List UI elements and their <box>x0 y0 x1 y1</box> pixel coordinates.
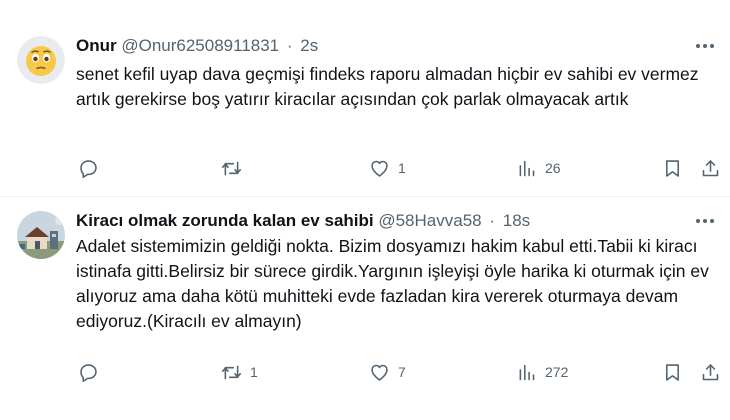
author-name[interactable]: Onur <box>76 36 117 55</box>
timestamp[interactable]: 18s <box>503 211 530 230</box>
retweet-count: 1 <box>250 364 258 380</box>
bookmark-button[interactable] <box>662 360 683 384</box>
view-count: 26 <box>545 160 561 176</box>
more-dots-icon <box>696 219 714 223</box>
retweet-icon <box>221 365 242 379</box>
reply-button[interactable] <box>78 156 107 180</box>
bookmark-icon <box>666 159 679 177</box>
separator-dot: · <box>286 36 293 55</box>
tweet-actions: 1 7 272 <box>76 360 720 384</box>
more-options-button[interactable] <box>692 35 718 57</box>
avatar[interactable] <box>17 211 65 259</box>
like-count: 7 <box>398 364 406 380</box>
views-chart-icon <box>519 364 535 380</box>
share-icon <box>702 159 719 176</box>
bookmark-icon <box>666 363 679 381</box>
divider <box>0 196 730 197</box>
author-name[interactable]: Kiracı olmak zorunda kalan ev sahibi <box>76 211 374 230</box>
like-button[interactable]: 1 <box>369 156 406 180</box>
more-options-button[interactable] <box>692 210 718 232</box>
author-handle[interactable]: @Onur62508911831 <box>121 36 279 55</box>
retweet-button[interactable]: 1 <box>221 360 258 384</box>
tweet-text: Adalet sistemimizin geldiği nokta. Bizim… <box>76 236 714 331</box>
separator-dot: · <box>489 211 496 230</box>
like-count: 1 <box>398 160 406 176</box>
views-button[interactable]: 26 <box>516 156 561 180</box>
retweet-button[interactable] <box>221 156 250 180</box>
tweet-actions: 1 26 <box>76 156 720 180</box>
share-icon <box>702 363 719 380</box>
tweet-header: Onur @Onur62508911831 · 2s <box>76 35 680 57</box>
heart-icon <box>371 160 388 177</box>
views-chart-icon <box>519 160 535 176</box>
view-count: 272 <box>545 364 569 380</box>
heart-icon <box>371 364 388 381</box>
house-photo-icon <box>17 211 65 259</box>
retweet-icon <box>221 161 242 175</box>
tweet-header: Kiracı olmak zorunda kalan ev sahibi @58… <box>76 210 680 232</box>
share-button[interactable] <box>700 360 721 384</box>
like-button[interactable]: 7 <box>369 360 406 384</box>
reply-icon <box>80 363 97 382</box>
more-dots-icon <box>696 44 714 48</box>
author-handle[interactable]: @58Havva58 <box>378 211 481 230</box>
tweet-text: senet kefil uyap dava geçmişi findeks ra… <box>76 64 709 109</box>
emoji-face-icon <box>17 36 65 84</box>
tweet[interactable]: Onur @Onur62508911831 · 2s senet kefil u… <box>0 0 730 196</box>
timestamp[interactable]: 2s <box>300 36 318 55</box>
reply-button[interactable] <box>78 360 107 384</box>
avatar[interactable] <box>17 36 65 84</box>
share-button[interactable] <box>700 156 721 180</box>
reply-icon <box>80 159 97 178</box>
views-button[interactable]: 272 <box>516 360 568 384</box>
bookmark-button[interactable] <box>662 156 683 180</box>
